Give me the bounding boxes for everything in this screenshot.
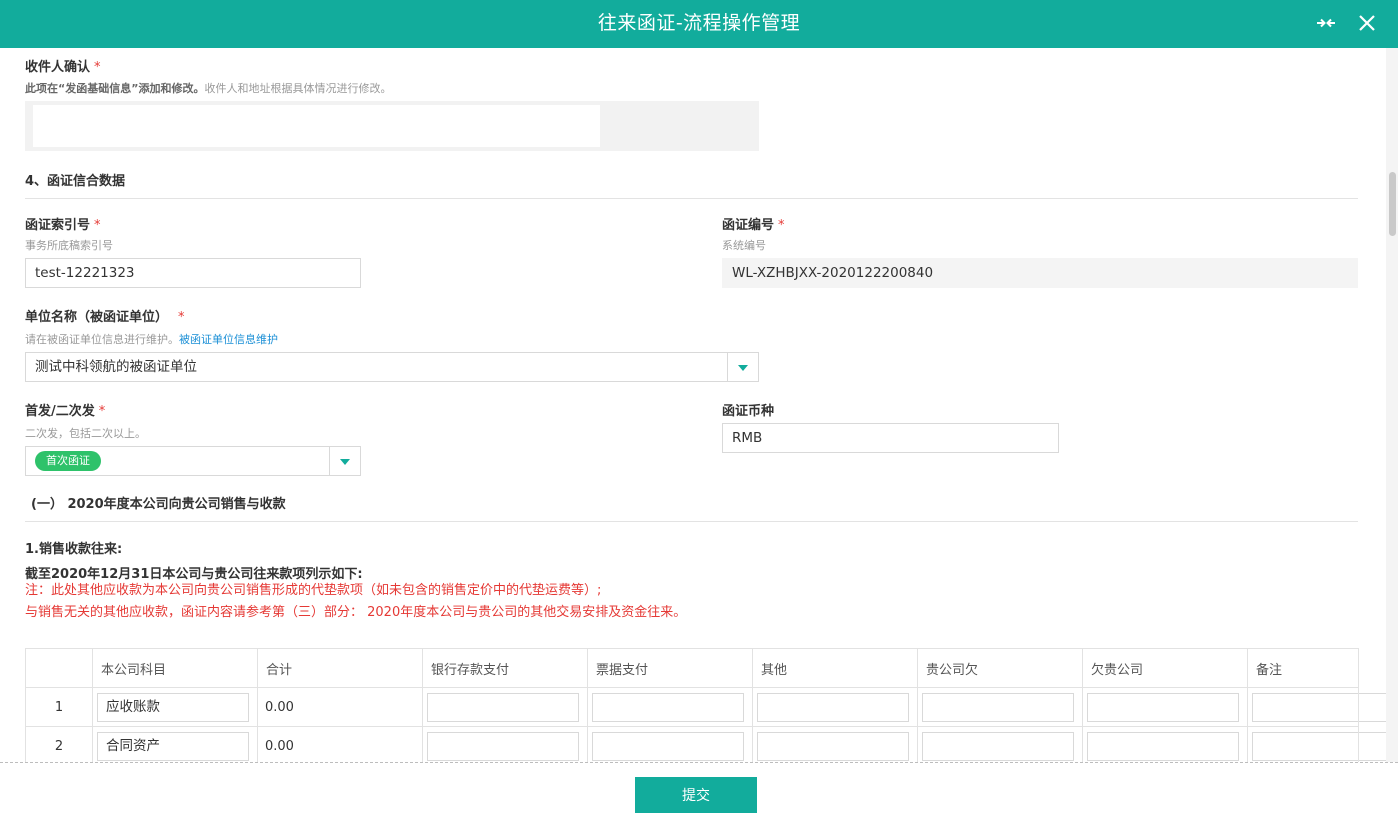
unit-select-value: 测试中科领航的被函证单位 [35,359,197,375]
first-send-tag: 首次函证 [35,451,101,471]
owed-by-you-input[interactable] [922,731,1074,761]
col-header: 票据支付 [587,648,753,688]
total-cell: 0.00 [257,726,423,762]
remark-cell [1247,726,1386,762]
col-header [25,648,93,688]
unit-select[interactable]: 测试中科领航的被函证单位 [25,352,759,382]
row-number: 1 [25,687,93,727]
index-no-label: 函证索引号 * [25,218,101,233]
bill-payment-input[interactable] [592,692,744,722]
owed-by-you-input[interactable] [922,692,1074,722]
subject-cell: 应收账款 [92,687,258,727]
row-number: 2 [25,726,93,762]
window-title: 往来函证-流程操作管理 [597,12,801,34]
other-cell [752,726,918,762]
table-row: 2 合同资产 0.00 [25,726,1386,762]
chevron-down-icon[interactable] [329,447,360,475]
send-type-label: 首发/二次发 * [25,404,106,419]
form-content[interactable]: 收件人确认 * 此项在“发函基础信息”添加和修改。收件人和地址根据具体情况进行修改… [0,48,1386,762]
unit-label: 单位名称（被函证单位） * [25,310,185,325]
section-title: 4、函证信合数据 [25,170,1358,199]
confirm-no-label: 函证编号 * [722,218,785,233]
remark-cell [1247,687,1386,727]
subject-input[interactable]: 合同资产 [97,731,249,761]
bank-payment-input[interactable] [427,731,579,761]
col-header: 贵公司欠 [917,648,1083,688]
remark-input[interactable] [1252,731,1386,761]
chevron-down-icon[interactable] [727,353,758,381]
footer-bar: 提交 [0,762,1398,816]
other-cell [752,687,918,727]
recipient-label: 收件人确认 * [25,60,101,75]
bank-cell [422,726,588,762]
confirm-no-hint: 系统编号 [722,239,766,252]
subject-cell: 合同资产 [92,726,258,762]
table-header-row: 本公司科目 合计 银行存款支付 票据支付 其他 贵公司欠 欠贵公司 备注 [25,648,1359,688]
unit-hint: 请在被函证单位信息进行维护。被函证单位信息维护 [25,333,278,346]
submit-button[interactable]: 提交 [635,777,757,813]
sales-note-2: 与销售无关的其他应收款，函证内容请参考第（三）部分： 2020年度本公司与贵公司… [25,605,687,620]
owed-to-you-input[interactable] [1087,731,1239,761]
owed-by-you-cell [917,687,1083,727]
sales-title: 1.销售收款往来: [25,542,123,557]
col-header: 欠贵公司 [1082,648,1248,688]
collapse-arrows-icon[interactable] [1314,11,1338,35]
table-row: 1 应收账款 0.00 [25,687,1386,727]
other-payment-input[interactable] [757,692,909,722]
bill-cell [587,687,753,727]
owed-to-you-cell [1082,726,1248,762]
total-cell: 0.00 [257,687,423,727]
sales-subtitle: 截至2020年12月31日本公司与贵公司往来款项列示如下: [25,567,363,582]
owed-to-you-input[interactable] [1087,692,1239,722]
col-header: 其他 [752,648,918,688]
send-type-select[interactable]: 首次函证 [25,446,361,476]
col-header: 本公司科目 [92,648,258,688]
scrollbar-thumb[interactable] [1389,172,1396,236]
vertical-scrollbar[interactable] [1386,48,1398,762]
bank-payment-input[interactable] [427,692,579,722]
col-header: 合计 [257,648,423,688]
recipient-hint: 此项在“发函基础信息”添加和修改。收件人和地址根据具体情况进行修改。 [25,82,392,95]
bill-cell [587,726,753,762]
remark-input[interactable] [1252,692,1386,722]
unit-maintain-link[interactable]: 被函证单位信息维护 [179,333,278,346]
confirm-no-field: WL-XZHBJXX-2020122200840 [722,258,1358,288]
col-header: 银行存款支付 [422,648,588,688]
recipient-content [33,105,600,147]
index-no-input[interactable]: test-12221323 [25,258,361,288]
sales-table: 本公司科目 合计 银行存款支付 票据支付 其他 贵公司欠 欠贵公司 备注 1 应… [25,648,1386,762]
bill-payment-input[interactable] [592,731,744,761]
other-payment-input[interactable] [757,731,909,761]
window-titlebar: 往来函证-流程操作管理 [0,0,1398,48]
owed-by-you-cell [917,726,1083,762]
currency-label: 函证币种 [722,404,775,419]
subsection-title: (一） 2020年度本公司向贵公司销售与收款 [25,493,1358,522]
subject-input[interactable]: 应收账款 [97,692,249,722]
send-type-hint: 二次发，包括二次以上。 [25,427,146,440]
currency-input[interactable]: RMB [722,423,1059,453]
sales-note-1: 注：此处其他应收款为本公司向贵公司销售形成的代垫款项（如未包含的销售定价中的代垫… [25,583,602,598]
index-no-hint: 事务所底稿索引号 [25,239,113,252]
close-icon[interactable] [1355,11,1379,35]
col-header: 备注 [1247,648,1359,688]
owed-to-you-cell [1082,687,1248,727]
bank-cell [422,687,588,727]
recipient-box [25,101,759,151]
